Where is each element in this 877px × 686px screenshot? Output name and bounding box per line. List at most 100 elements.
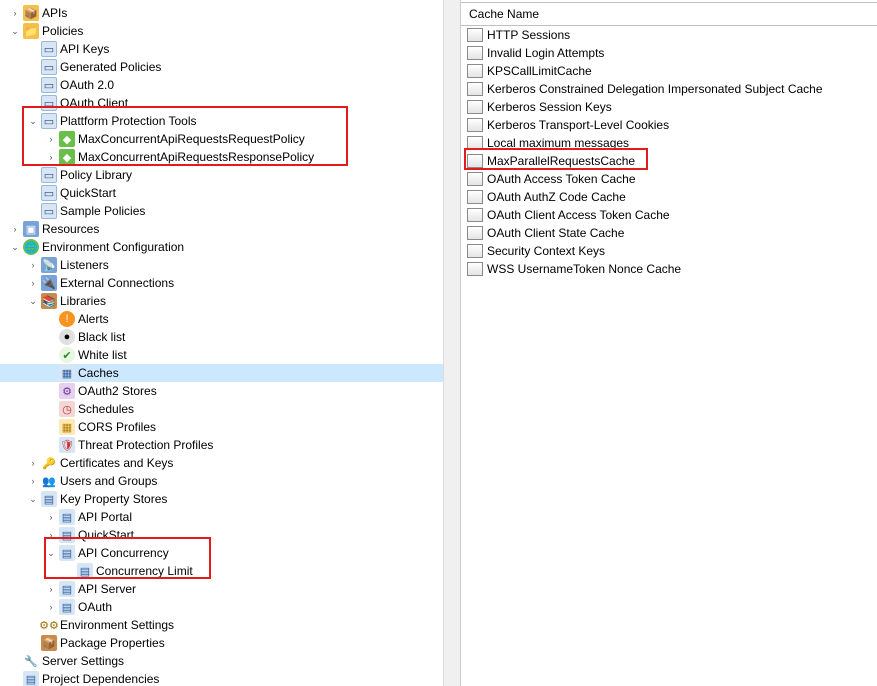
- node-api-server[interactable]: ›▤API Server: [0, 580, 460, 598]
- cache-row[interactable]: OAuth Client State Cache: [461, 224, 877, 242]
- node-concurrency-limit[interactable]: ·▤Concurrency Limit: [0, 562, 460, 580]
- cache-row[interactable]: Security Context Keys: [461, 242, 877, 260]
- cache-row[interactable]: HTTP Sessions: [461, 26, 877, 44]
- tree-pane[interactable]: ›📦APIs⌄📁Policies·▭API Keys·▭Generated Po…: [0, 0, 461, 686]
- node-sample-policies[interactable]: ·▭Sample Policies: [0, 202, 460, 220]
- node-kps-quickstart[interactable]: ›▤QuickStart: [0, 526, 460, 544]
- expander-icon[interactable]: ›: [44, 150, 58, 164]
- node-package-props[interactable]: ·📦Package Properties: [0, 634, 460, 652]
- node-api-portal[interactable]: ›▤API Portal: [0, 508, 460, 526]
- node-oauth2-stores[interactable]: ·⚙OAuth2 Stores: [0, 382, 460, 400]
- node-listeners[interactable]: ›📡Listeners: [0, 256, 460, 274]
- node-api-concurrency[interactable]: ⌄▤API Concurrency: [0, 544, 460, 562]
- expander-icon[interactable]: ›: [44, 582, 58, 596]
- node-policies[interactable]: ⌄📁Policies: [0, 22, 460, 40]
- expander-icon[interactable]: ⌄: [26, 492, 40, 506]
- node-libraries[interactable]: ⌄📚Libraries: [0, 292, 460, 310]
- node-api-portal-icon: ▤: [59, 509, 75, 525]
- node-api-concurrency-icon: ▤: [59, 545, 75, 561]
- node-blacklist[interactable]: ·●Black list: [0, 328, 460, 346]
- tree-item-label: Schedules: [78, 402, 140, 416]
- cache-icon: [467, 226, 483, 240]
- expander-icon[interactable]: ⌄: [44, 546, 58, 560]
- node-kps[interactable]: ⌄▤Key Property Stores: [0, 490, 460, 508]
- node-resources[interactable]: ›▣Resources: [0, 220, 460, 238]
- node-certs[interactable]: ›🔑Certificates and Keys: [0, 454, 460, 472]
- node-kps-oauth[interactable]: ›▤OAuth: [0, 598, 460, 616]
- tree-item-label: QuickStart: [60, 186, 122, 200]
- cache-row[interactable]: Kerberos Transport-Level Cookies: [461, 116, 877, 134]
- tree-item-label: OAuth Client: [60, 96, 134, 110]
- node-policies-icon: 📁: [23, 23, 39, 39]
- cache-icon: [467, 46, 483, 60]
- tree-scrollbar[interactable]: [443, 0, 460, 686]
- expander-icon[interactable]: ⌄: [8, 24, 22, 38]
- expander-icon[interactable]: ›: [26, 276, 40, 290]
- tree-item-label: Project Dependencies: [42, 672, 165, 686]
- node-cors[interactable]: ·▦CORS Profiles: [0, 418, 460, 436]
- cache-row[interactable]: Invalid Login Attempts: [461, 44, 877, 62]
- node-oauth2-stores-icon: ⚙: [59, 383, 75, 399]
- node-oauth20-icon: ▭: [41, 77, 57, 93]
- node-kps-icon: ▤: [41, 491, 57, 507]
- node-proj-deps[interactable]: ·▤Project Dependencies: [0, 670, 460, 686]
- node-max-req-policy[interactable]: ›◆MaxConcurrentApiRequestsRequestPolicy: [0, 130, 460, 148]
- cache-row[interactable]: MaxParallelRequestsCache: [461, 152, 877, 170]
- expander-icon[interactable]: ›: [44, 132, 58, 146]
- node-policy-library[interactable]: ·▭Policy Library: [0, 166, 460, 184]
- tree-item-label: Resources: [42, 222, 105, 236]
- cache-row[interactable]: OAuth AuthZ Code Cache: [461, 188, 877, 206]
- node-apis[interactable]: ›📦APIs: [0, 4, 460, 22]
- node-threat[interactable]: ·🛡Threat Protection Profiles: [0, 436, 460, 454]
- node-server-settings[interactable]: ·🔧Server Settings: [0, 652, 460, 670]
- node-users[interactable]: ›👥Users and Groups: [0, 472, 460, 490]
- expander-icon[interactable]: ⌄: [26, 114, 40, 128]
- cache-row[interactable]: Kerberos Session Keys: [461, 98, 877, 116]
- node-env-settings[interactable]: ·⚙⚙Environment Settings: [0, 616, 460, 634]
- cache-row[interactable]: Local maximum messages: [461, 134, 877, 152]
- node-oauth-client[interactable]: ·▭OAuth Client: [0, 94, 460, 112]
- expander-icon[interactable]: ›: [44, 528, 58, 542]
- cache-row[interactable]: KPSCallLimitCache: [461, 62, 877, 80]
- cache-row-label: OAuth Client Access Token Cache: [487, 208, 670, 222]
- node-alerts[interactable]: ·!Alerts: [0, 310, 460, 328]
- expander-icon[interactable]: ›: [8, 222, 22, 236]
- expander-icon[interactable]: ›: [26, 456, 40, 470]
- expander-icon[interactable]: ⌄: [8, 240, 22, 254]
- cache-row[interactable]: WSS UsernameToken Nonce Cache: [461, 260, 877, 278]
- node-whitelist-icon: ✔: [59, 347, 75, 363]
- cache-icon: [467, 64, 483, 78]
- node-quickstart[interactable]: ·▭QuickStart: [0, 184, 460, 202]
- node-max-resp-policy-icon: ◆: [59, 149, 75, 165]
- tree-item-label: Environment Settings: [60, 618, 180, 632]
- expander-icon[interactable]: ⌄: [26, 294, 40, 308]
- cache-row-label: Kerberos Transport-Level Cookies: [487, 118, 669, 132]
- node-plattform-protection[interactable]: ⌄▭Plattform Protection Tools: [0, 112, 460, 130]
- cache-row-label: OAuth AuthZ Code Cache: [487, 190, 626, 204]
- cache-row[interactable]: Kerberos Constrained Delegation Imperson…: [461, 80, 877, 98]
- node-whitelist[interactable]: ·✔White list: [0, 346, 460, 364]
- node-caches[interactable]: ·▦Caches: [0, 364, 460, 382]
- expander-icon[interactable]: ›: [44, 600, 58, 614]
- expander-icon[interactable]: ›: [26, 258, 40, 272]
- tree-item-label: Certificates and Keys: [60, 456, 179, 470]
- cache-icon: [467, 262, 483, 276]
- expander-icon[interactable]: ›: [26, 474, 40, 488]
- tree-item-label: Generated Policies: [60, 60, 167, 74]
- tree-item-label: OAuth: [78, 600, 118, 614]
- cache-column-header[interactable]: Cache Name: [461, 2, 877, 26]
- cache-row-label: Local maximum messages: [487, 136, 629, 150]
- node-oauth20[interactable]: ·▭OAuth 2.0: [0, 76, 460, 94]
- node-threat-icon: 🛡: [59, 437, 75, 453]
- expander-icon[interactable]: ›: [8, 6, 22, 20]
- node-env-config[interactable]: ⌄🌐Environment Configuration: [0, 238, 460, 256]
- cache-row[interactable]: OAuth Access Token Cache: [461, 170, 877, 188]
- node-schedules[interactable]: ·◷Schedules: [0, 400, 460, 418]
- node-max-resp-policy[interactable]: ›◆MaxConcurrentApiRequestsResponsePolicy: [0, 148, 460, 166]
- node-plattform-protection-icon: ▭: [41, 113, 57, 129]
- node-ext-conn[interactable]: ›🔌External Connections: [0, 274, 460, 292]
- node-generated-policies[interactable]: ·▭Generated Policies: [0, 58, 460, 76]
- cache-row[interactable]: OAuth Client Access Token Cache: [461, 206, 877, 224]
- expander-icon[interactable]: ›: [44, 510, 58, 524]
- node-api-keys[interactable]: ·▭API Keys: [0, 40, 460, 58]
